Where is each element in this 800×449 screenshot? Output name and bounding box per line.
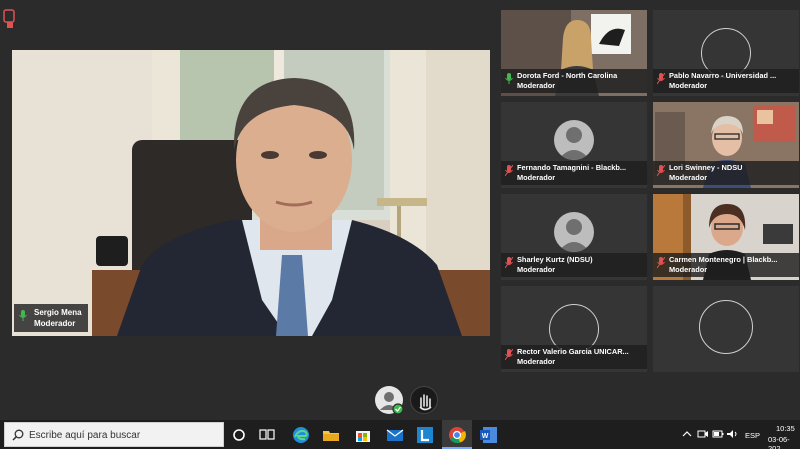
volume-icon[interactable] (726, 429, 738, 439)
taskbar-search-box[interactable]: Escribe aquí para buscar (4, 422, 224, 447)
battery-icon[interactable] (712, 429, 724, 439)
participant-role: Moderador (517, 265, 556, 274)
raise-hand-button[interactable] (410, 386, 438, 414)
task-view-icon[interactable] (256, 424, 278, 446)
microsoft-store-icon[interactable] (352, 424, 374, 446)
participant-role: Moderador (517, 357, 556, 366)
user-avatar-icon (380, 392, 404, 415)
participant-role: Moderador (669, 265, 708, 274)
participant-role: Moderador (517, 81, 556, 90)
microphone-muted-icon (657, 73, 665, 85)
language-indicator[interactable]: ESP (745, 431, 760, 440)
microphone-muted-icon (505, 165, 513, 177)
microphone-muted-icon (505, 257, 513, 269)
participant-tile[interactable]: Pablo Navarro - Universidad ... Moderado… (653, 10, 799, 96)
participant-label: Carmen Montenegro | Blackb... Moderador (653, 253, 799, 277)
search-icon (12, 429, 24, 441)
svg-text:W: W (482, 433, 489, 440)
speaker-video-frame (12, 50, 490, 336)
speaker-role: Moderador (34, 319, 76, 328)
mail-icon[interactable] (384, 424, 406, 446)
participant-name: Dorota Ford - North Carolina (517, 71, 618, 80)
participant-role: Moderador (669, 173, 708, 182)
participant-name: Lori Swinney - NDSU (669, 163, 743, 172)
participant-name: Rector Valerio Garcia UNICAR... (517, 347, 629, 356)
taskbar: Escribe aquí para buscar W ESP 10:35 03-… (0, 420, 800, 449)
empty-tile (653, 286, 799, 372)
participant-role: Moderador (517, 173, 556, 182)
speaker-name-tag: Sergio Mena Moderador (14, 304, 88, 332)
participant-tile[interactable]: Carmen Montenegro | Blackb... Moderador (653, 194, 799, 280)
empty-avatar (699, 300, 753, 354)
person-icon (558, 219, 590, 252)
participant-label: Rector Valerio Garcia UNICAR... Moderado… (501, 345, 647, 369)
participant-label: Sharley Kurtz (NDSU) Moderador (501, 253, 647, 277)
speaker-name: Sergio Mena (34, 308, 82, 317)
participant-tile[interactable]: Rector Valerio Garcia UNICAR... Moderado… (501, 286, 647, 372)
participant-name: Fernando Tamagnini - Blackb... (517, 163, 627, 172)
microphone-muted-icon (657, 257, 665, 269)
clock-date[interactable]: 03-06-202 (768, 435, 800, 449)
camera-icon[interactable] (697, 429, 709, 439)
participant-name: Sharley Kurtz (NDSU) (517, 255, 593, 264)
main-speaker-video[interactable]: Sergio Mena Moderador (12, 50, 490, 336)
participant-label: Fernando Tamagnini - Blackb... Moderador (501, 161, 647, 185)
participant-label: Dorota Ford - North Carolina Moderador (501, 69, 647, 93)
participant-name: Pablo Navarro - Universidad ... (669, 71, 777, 80)
search-placeholder: Escribe aquí para buscar (29, 430, 141, 441)
app-l-icon[interactable] (414, 424, 436, 446)
cortana-icon[interactable] (228, 424, 250, 446)
participant-tile[interactable]: Fernando Tamagnini - Blackb... Moderador (501, 102, 647, 188)
participant-label: Lori Swinney - NDSU Moderador (653, 161, 799, 185)
word-icon[interactable]: W (478, 424, 500, 446)
participant-label: Pablo Navarro - Universidad ... Moderado… (653, 69, 799, 93)
participant-tile[interactable]: Dorota Ford - North Carolina Moderador (501, 10, 647, 96)
participant-tile[interactable]: Sharley Kurtz (NDSU) Moderador (501, 194, 647, 280)
my-status-button[interactable] (375, 386, 404, 415)
raise-hand-icon (419, 394, 432, 411)
clock-time[interactable]: 10:35 (776, 424, 795, 433)
microphone-active-icon (19, 310, 27, 321)
edge-browser-icon[interactable] (290, 424, 312, 446)
participant-role: Moderador (669, 81, 708, 90)
microphone-muted-icon (505, 349, 513, 361)
default-avatar (554, 120, 594, 160)
file-explorer-icon[interactable] (320, 424, 342, 446)
microphone-active-icon (505, 73, 513, 84)
participant-name: Carmen Montenegro | Blackb... (669, 255, 778, 264)
participant-tile[interactable]: Lori Swinney - NDSU Moderador (653, 102, 799, 188)
chrome-icon (449, 427, 466, 444)
person-icon (558, 127, 590, 160)
chevron-up-icon[interactable] (682, 430, 692, 438)
leave-session-icon[interactable] (2, 4, 18, 32)
microphone-muted-icon (657, 165, 665, 177)
chrome-taskbar-button[interactable] (442, 420, 472, 449)
default-avatar (554, 212, 594, 252)
